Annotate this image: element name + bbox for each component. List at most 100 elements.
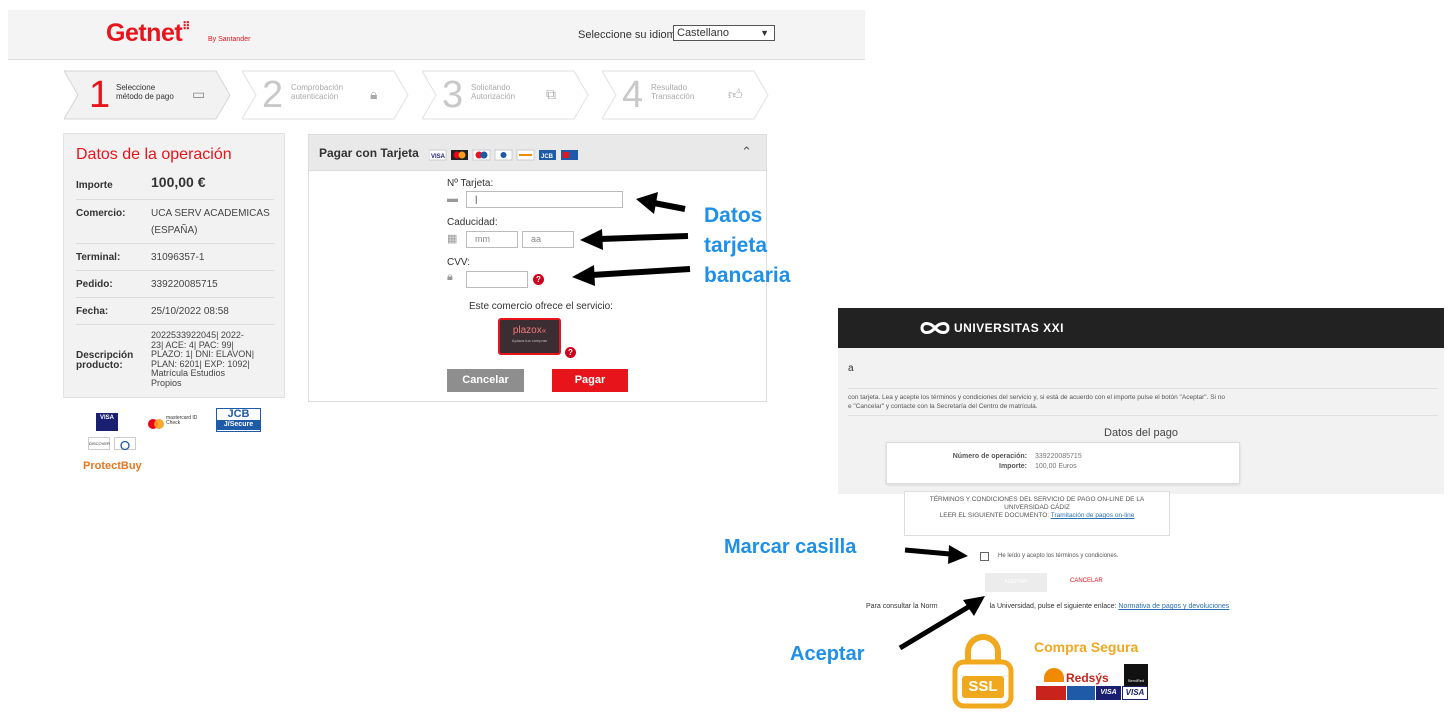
descripcion-value: 2022533922045| 2022- 23| ACE: 4| PAC: 99… — [151, 330, 255, 388]
row-comercio: Comercio: UCA SERV ACADEMICAS (ESPAÑA) — [76, 199, 274, 243]
regulations-text: Para consultar la Norm la Universidad, pu… — [866, 603, 1230, 610]
cvv-input[interactable] — [466, 271, 528, 288]
step-4: 4 Resultado Transacción 👍︎ — [602, 70, 770, 120]
payment-panel: Pagar con Tarjeta VISA JCB ⌃ Nº Tarjeta:… — [308, 134, 767, 402]
getnet-logo: Getnet⠿ — [106, 19, 190, 47]
amount-value: 100,00 Euros — [1035, 463, 1077, 470]
row-pedido: Pedido: 339220085715 — [76, 270, 274, 297]
card-icon: ▭ — [192, 86, 206, 102]
expiry-month-input[interactable]: mm — [466, 231, 518, 248]
redsys-logo: Redsýs — [1066, 671, 1109, 685]
step-3: 3 Solicitando Autorización ⧉ — [422, 70, 590, 120]
step-3-number: 3 — [442, 74, 464, 116]
universitas-logo-text: UNIVERSITAS XXI — [954, 321, 1064, 335]
step-2: 2 Comprobación autenticación 🔒︎ — [242, 70, 410, 120]
regulations-link[interactable]: Normativa de pagos y devoluciones — [1118, 603, 1229, 610]
page-heading: a — [848, 363, 854, 374]
secure-purchase-title: Compra Segura — [1034, 639, 1139, 655]
mastercard-logo: mastercard ID Check — [148, 416, 208, 429]
operation-details: Datos de la operación Importe 100,00 € C… — [63, 133, 285, 398]
annotation-card-data: Datos tarjeta bancaria — [704, 204, 791, 287]
card-brands-icons: VISA JCB — [428, 149, 578, 161]
instructions: con tarjeta. Lea y acepte los términos y… — [848, 388, 1438, 416]
accept-terms-label: He leído y acepto los términos y condici… — [998, 553, 1119, 559]
card-icon: ▬ — [447, 193, 458, 205]
operation-number-label: Número de operación: — [952, 453, 1027, 460]
comercio-value: UCA SERV ACADEMICAS (ESPAÑA) — [151, 208, 270, 236]
card-number-input[interactable]: | — [466, 191, 623, 208]
lock-icon: 🔒︎ — [370, 86, 378, 102]
annotation-accept: Aceptar — [790, 643, 865, 665]
ssl-text: SSL — [968, 678, 998, 695]
comercio-label: Comercio: — [76, 208, 126, 219]
importe-value: 100,00 € — [151, 174, 206, 190]
payment-summary-card: Número de operación: 339220085715 Import… — [886, 442, 1240, 484]
cancel-button[interactable]: Cancelar — [447, 369, 524, 392]
calendar-icon: ▦ — [447, 233, 458, 245]
protectbuy-logo: ProtectBuy — [83, 460, 142, 472]
cancel-link[interactable]: CANCELAR — [1070, 578, 1103, 584]
amount-label: Importe: — [999, 463, 1027, 470]
language-select[interactable]: Castellano ▼ — [673, 25, 775, 41]
plazox-logo[interactable]: plazox« Aplaza tus compras — [498, 318, 561, 355]
svg-text:VISA: VISA — [431, 154, 446, 160]
language-value: Castellano — [677, 27, 729, 39]
terms-box: TÉRMINOS Y CONDICIONES DEL SERVICIO DE P… — [904, 491, 1170, 536]
accept-terms-checkbox[interactable] — [980, 552, 989, 561]
visa-secure-logo: VISA — [96, 413, 118, 431]
operation-number-value: 339220085715 — [1035, 453, 1082, 460]
annotation-check-box: Marcar casilla — [724, 536, 857, 558]
getnet-logo-mark: ⠿ — [182, 21, 190, 33]
getnet-header: Getnet⠿ By Santander Seleccione su idiom… — [8, 10, 865, 60]
fecha-value: 25/10/2022 08:58 — [151, 306, 229, 317]
step-1: 1 Seleccione método de pago ▭ — [64, 70, 232, 120]
servired-logo: ServiRed — [1124, 664, 1148, 686]
accepted-cards: VISA JCB — [428, 148, 589, 166]
diners-logo — [114, 437, 136, 451]
importe-label: Importe — [76, 180, 113, 191]
card-number-label: Nº Tarjeta: — [447, 178, 494, 189]
row-fecha: Fecha: 25/10/2022 08:58 — [76, 297, 274, 324]
row-descripcion: Descripción producto: 2022533922045| 2022… — [76, 324, 274, 396]
expiry-year-input[interactable]: aa — [522, 231, 574, 248]
step-1-number: 1 — [89, 74, 111, 116]
payment-panel-header[interactable]: Pagar con Tarjeta VISA JCB ⌃ — [309, 135, 766, 171]
pedido-value: 339220085715 — [151, 279, 218, 290]
step-4-number: 4 — [622, 74, 644, 116]
lock-icon: 🔒︎ — [447, 271, 453, 283]
expiry-label: Caducidad: — [447, 217, 498, 228]
jcb-logo: JCB J/Secure — [216, 408, 261, 432]
redsys-logo-mark — [1044, 668, 1064, 682]
step-3-label: Solicitando Autorización — [471, 83, 516, 101]
thumbs-up-icon: 👍︎ — [728, 86, 743, 102]
cvv-help-icon[interactable]: ? — [533, 274, 544, 285]
operation-title: Datos de la operación — [76, 146, 232, 163]
accept-button[interactable]: ACEPTAR — [985, 573, 1047, 592]
collapse-icon[interactable]: ⌃ — [741, 144, 752, 160]
pedido-label: Pedido: — [76, 279, 113, 290]
step-2-label: Comprobación autenticación — [291, 83, 344, 101]
progress-steps: 1 Seleccione método de pago ▭ 2 Comprobac… — [64, 70, 774, 120]
universitas-panel: UNIVERSITAS XXI a con tarjeta. Lea y ace… — [838, 308, 1444, 713]
terminal-value: 31096357-1 — [151, 252, 205, 263]
fecha-label: Fecha: — [76, 306, 109, 317]
row-terminal: Terminal: 31096357-1 — [76, 243, 274, 270]
step-4-label: Resultado Transacción — [651, 83, 695, 101]
row-importe: Importe 100,00 € — [76, 171, 274, 199]
step-2-number: 2 — [262, 74, 284, 116]
universitas-header: UNIVERSITAS XXI — [838, 308, 1444, 348]
by-santander: By Santander — [208, 36, 251, 43]
ssl-lock-icon — [952, 634, 1014, 709]
terms-link[interactable]: Tramitación de pagos on-line — [1051, 512, 1135, 519]
payment-title: Pagar con Tarjeta — [319, 146, 419, 160]
infinity-logo-icon — [920, 322, 950, 334]
pay-button[interactable]: Pagar — [552, 369, 628, 392]
chevron-down-icon: ▼ — [760, 28, 769, 38]
step-1-label: Seleccione método de pago — [116, 83, 174, 101]
payment-brands-strip: VISA VISA — [1036, 686, 1148, 700]
plazox-help-icon[interactable]: ? — [565, 347, 576, 358]
service-text: Este comercio ofrece el servicio: — [469, 301, 613, 312]
language-label: Seleccione su idioma — [578, 29, 682, 41]
svg-text:JCB: JCB — [541, 154, 554, 160]
mastercard-circles-icon — [148, 419, 164, 429]
